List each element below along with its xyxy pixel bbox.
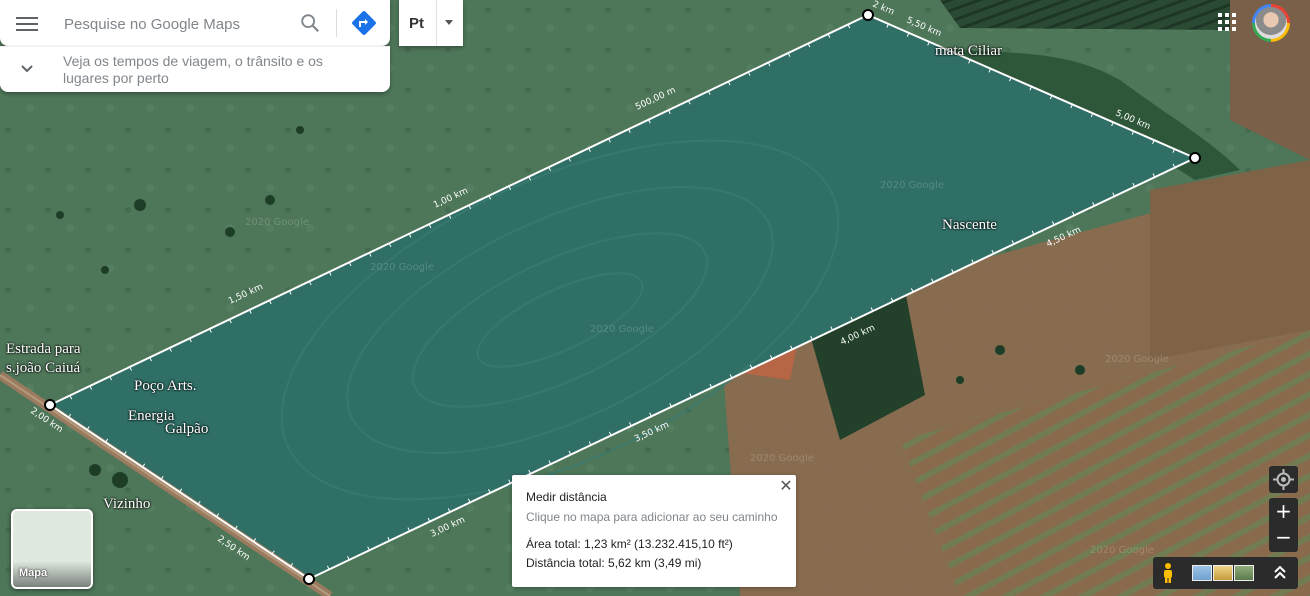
minimap-label: Mapa [19, 567, 48, 579]
measure-hint: Clique no mapa para adicionar ao seu cam… [526, 510, 778, 524]
label-mata-ciliar: mata Ciliar [935, 43, 1003, 59]
locate-button[interactable] [1269, 466, 1298, 493]
chevron-down-icon[interactable] [19, 61, 35, 77]
layer-thumbnail-transit[interactable] [1192, 565, 1212, 581]
language-label: Pt [409, 15, 424, 32]
search-box [0, 0, 390, 46]
layer-thumbnail-satellite[interactable] [1234, 565, 1254, 581]
measure-distance: Distância total: 5,62 km (3,49 mi) [526, 556, 702, 570]
expand-icon[interactable] [1272, 564, 1288, 582]
measure-title: Medir distância [526, 490, 607, 504]
zoom-out-button[interactable]: − [1269, 525, 1298, 552]
svg-text:2020 Google: 2020 Google [590, 324, 654, 335]
measure-vertex [44, 399, 56, 411]
measure-vertex [862, 9, 874, 21]
measure-vertex [1189, 152, 1201, 164]
svg-text:2020 Google: 2020 Google [1090, 545, 1154, 556]
coffee-plantation [940, 0, 1230, 30]
travel-tip-panel[interactable]: Veja os tempos de viagem, o trânsito e o… [0, 46, 390, 92]
search-icon[interactable] [299, 12, 321, 34]
close-icon[interactable]: ✕ [778, 479, 794, 495]
apps-icon[interactable] [1218, 13, 1236, 31]
directions-icon[interactable] [351, 10, 377, 36]
caret-down-icon[interactable] [445, 20, 453, 25]
pegman-icon[interactable] [1159, 562, 1177, 584]
measure-distance-card: Medir distância Clique no mapa para adic… [512, 475, 796, 587]
avatar[interactable] [1252, 4, 1290, 42]
svg-text:2020 Google: 2020 Google [1105, 354, 1169, 365]
label-estrada-line2: s.joão Caiuá [6, 360, 81, 376]
label-poco: Poço Arts. [134, 378, 197, 394]
measure-vertex [303, 573, 315, 585]
label-vizinho: Vizinho [103, 496, 151, 512]
language-button[interactable]: Pt [399, 0, 463, 46]
search-input[interactable] [62, 12, 291, 36]
layer-thumbnail-terrain[interactable] [1213, 565, 1233, 581]
bottom-controls [1153, 557, 1298, 589]
label-nascente: Nascente [942, 217, 997, 233]
label-estrada: Estrada para [6, 341, 81, 357]
separator [336, 9, 337, 37]
measure-area: Área total: 1,23 km² (13.232.415,10 ft²) [526, 537, 733, 551]
svg-text:2020 Google: 2020 Google [245, 217, 309, 228]
map-type-toggle[interactable]: Mapa [11, 509, 93, 589]
bare-field-east [1150, 160, 1310, 360]
svg-text:2020 Google: 2020 Google [880, 180, 944, 191]
svg-text:2020 Google: 2020 Google [750, 453, 814, 464]
locate-icon [1273, 469, 1294, 490]
zoom-in-button[interactable]: + [1269, 498, 1298, 525]
travel-tip-text: Veja os tempos de viagem, o trânsito e o… [63, 53, 323, 86]
svg-text:2020 Google: 2020 Google [370, 262, 434, 273]
label-galpao: Galpão [165, 421, 209, 437]
menu-icon[interactable] [16, 14, 38, 32]
